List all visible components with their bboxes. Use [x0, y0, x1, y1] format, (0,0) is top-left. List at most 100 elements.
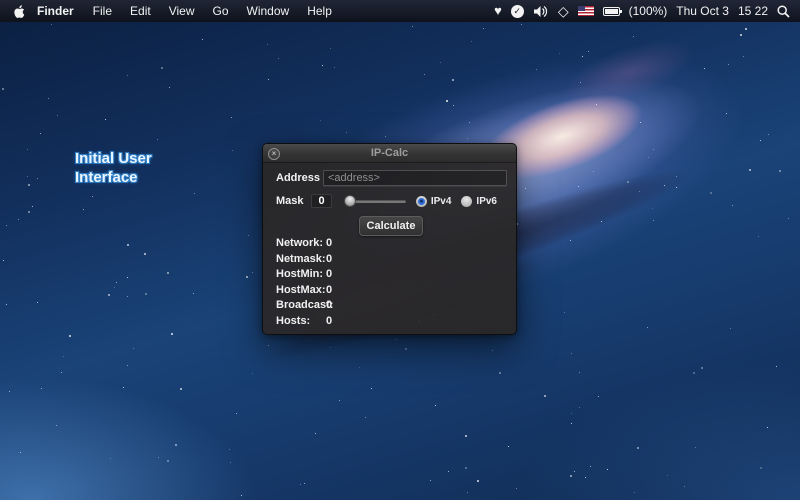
star	[593, 171, 594, 172]
menu-help[interactable]: Help	[298, 4, 341, 18]
star	[230, 462, 231, 463]
star	[169, 87, 170, 88]
ipv6-radio[interactable]	[461, 196, 472, 207]
result-row-netmask: Netmask: 0	[276, 253, 333, 265]
star	[167, 460, 169, 462]
star	[123, 387, 124, 388]
star	[667, 475, 668, 476]
result-row-broadcast: Broadcast: 0	[276, 299, 333, 311]
results-list: Network: 0 Netmask: 0 HostMin: 0 HostMax…	[276, 237, 333, 327]
battery-nub	[620, 10, 622, 13]
star	[51, 24, 52, 25]
star	[471, 41, 472, 42]
result-label: Netmask:	[276, 253, 326, 265]
star	[477, 480, 479, 482]
star	[598, 396, 599, 397]
star	[371, 388, 372, 389]
result-row-hostmax: HostMax: 0	[276, 284, 333, 296]
star	[330, 48, 331, 49]
calculate-button[interactable]: Calculate	[359, 216, 423, 236]
check-circle-icon[interactable]: ✓	[511, 5, 524, 18]
star	[267, 44, 268, 45]
ipv4-radio[interactable]	[416, 196, 427, 207]
mask-label: Mask	[276, 195, 300, 207]
result-value: 0	[326, 284, 332, 296]
star	[57, 115, 58, 116]
star	[465, 435, 467, 437]
result-label: Network:	[276, 237, 323, 249]
star	[6, 225, 7, 226]
star	[405, 348, 407, 350]
star	[304, 483, 305, 484]
apple-menu[interactable]	[12, 4, 29, 19]
star	[278, 58, 279, 59]
spotlight-icon[interactable]	[777, 3, 790, 19]
star	[607, 469, 608, 470]
star	[127, 365, 128, 366]
diamond-icon[interactable]: ◇	[558, 3, 569, 19]
battery-icon[interactable]	[603, 7, 620, 16]
result-value: 0	[326, 315, 332, 327]
result-label: Broadcast:	[276, 299, 333, 311]
star	[127, 75, 128, 76]
annotation-line1: Initial User	[75, 149, 152, 168]
window-titlebar[interactable]: × IP-Calc	[263, 144, 516, 163]
star	[83, 209, 84, 210]
star	[232, 150, 233, 151]
star	[202, 39, 203, 40]
star	[231, 117, 232, 118]
star	[61, 372, 62, 373]
result-row-hosts: Hosts: 0	[276, 315, 333, 327]
star	[37, 302, 38, 303]
star	[37, 178, 38, 179]
star	[640, 122, 641, 123]
menu-go[interactable]: Go	[204, 4, 238, 18]
star	[585, 477, 586, 478]
star	[653, 220, 654, 221]
star	[492, 350, 493, 351]
address-label: Address	[276, 172, 323, 184]
menu-finder[interactable]: Finder	[29, 4, 84, 18]
star	[516, 488, 517, 489]
star	[69, 335, 71, 337]
result-row-hostmin: HostMin: 0	[276, 268, 333, 280]
menu-clock-time[interactable]: 15 22	[738, 4, 768, 18]
star	[776, 366, 777, 367]
address-input[interactable]	[323, 170, 507, 186]
menu-view[interactable]: View	[160, 4, 204, 18]
us-flag-input-icon[interactable]	[578, 6, 594, 16]
star	[246, 276, 248, 278]
star	[412, 26, 413, 27]
star	[779, 170, 781, 172]
ip-calc-window: × IP-Calc Address Mask IPv4 IPv6 Calcula…	[262, 143, 517, 335]
mask-slider[interactable]	[345, 194, 406, 208]
battery-fill	[605, 9, 618, 14]
menu-bar-status: ♥ ✓ ◇ (100%) Thu Oct 3 15 22	[494, 3, 800, 19]
slider-knob[interactable]	[344, 195, 356, 207]
star	[252, 272, 253, 273]
star	[465, 467, 467, 469]
star	[767, 427, 768, 428]
menu-window[interactable]: Window	[238, 4, 299, 18]
star	[634, 492, 635, 493]
mask-value-field[interactable]	[311, 194, 332, 208]
ip-version-radio-group: IPv4 IPv6	[416, 196, 507, 207]
star	[743, 56, 744, 57]
star	[20, 452, 21, 453]
annotation-line2: Interface	[75, 168, 152, 187]
star	[508, 446, 509, 447]
star	[435, 405, 436, 406]
heart-icon[interactable]: ♥	[494, 3, 502, 19]
star	[571, 413, 572, 414]
result-value: 0	[326, 237, 332, 249]
volume-icon[interactable]	[533, 3, 549, 19]
star	[114, 287, 115, 288]
star	[571, 353, 572, 354]
star	[18, 219, 19, 220]
star	[300, 484, 301, 485]
menu-clock-date[interactable]: Thu Oct 3	[676, 4, 729, 18]
star	[536, 69, 537, 70]
menu-file[interactable]: File	[84, 4, 121, 18]
star	[365, 417, 366, 418]
menu-edit[interactable]: Edit	[121, 4, 160, 18]
